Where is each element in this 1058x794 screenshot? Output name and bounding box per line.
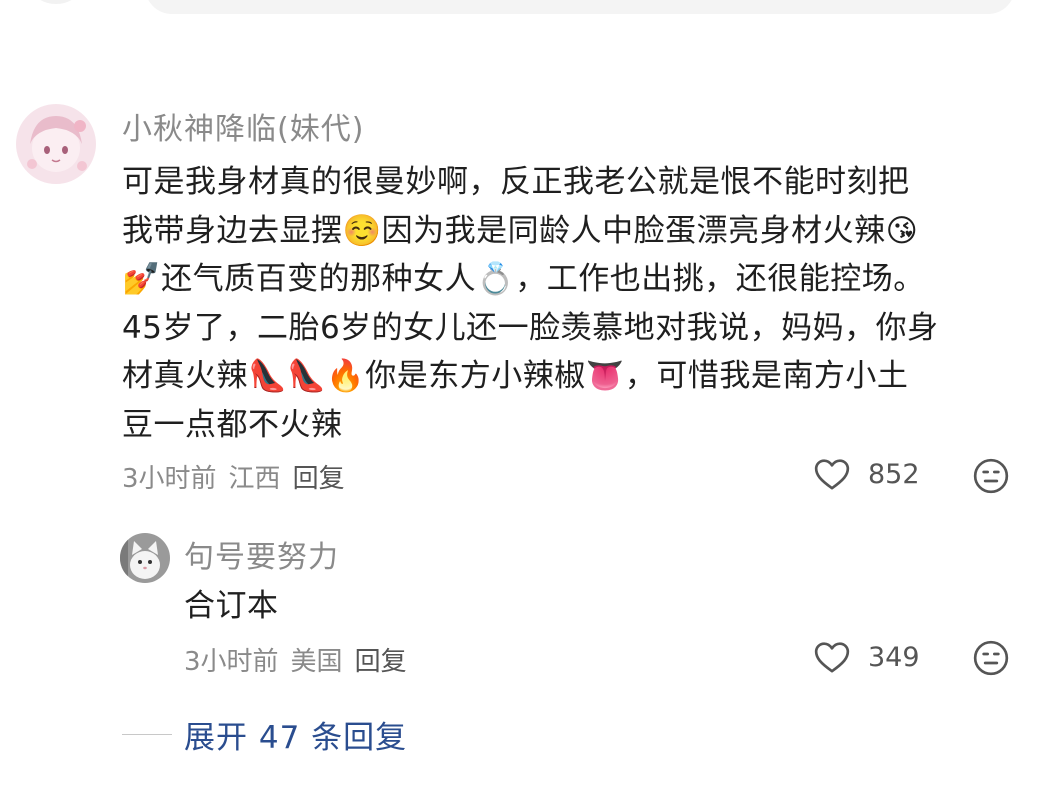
white-cat-avatar-icon <box>120 533 170 583</box>
reply-comment-avatar[interactable] <box>120 533 170 583</box>
main-comment-username[interactable]: 小秋神降临(妹代) <box>122 104 364 148</box>
expand-replies-label[interactable]: 展开 47 条回复 <box>184 712 407 757</box>
reply-button[interactable]: 回复 <box>293 464 345 494</box>
main-comment-line: 我带身边去显摆☺️因为我是同龄人中脸蛋漂亮身材火辣😘 <box>122 212 919 249</box>
main-comment-line: 材真火辣👠👠🔥你是东方小辣椒👅，可惜我是南方小土 <box>122 358 909 394</box>
like-count: 852 <box>868 458 920 490</box>
main-comment-meta: 3小时前 江西 回复 <box>122 458 357 495</box>
meh-face-icon <box>973 640 1009 676</box>
main-dislike-button[interactable] <box>971 456 1011 500</box>
anime-girl-avatar-icon <box>16 104 96 184</box>
previous-avatar-edge <box>32 0 80 4</box>
meh-face-icon <box>973 458 1009 494</box>
reply-comment-username[interactable]: 句号要努力 <box>184 532 339 576</box>
reply-like-button[interactable]: 349 <box>812 637 920 677</box>
main-comment-line: 45岁了，二胎6岁的女儿还一脸羡慕地对我说，妈妈，你身 <box>122 309 939 346</box>
reply-comment-meta: 3小时前 美国 回复 <box>184 641 419 678</box>
comment-time: 3小时前 <box>184 647 279 677</box>
comment-location: 江西 <box>228 464 281 494</box>
comment-location: 美国 <box>290 647 343 677</box>
heart-outline-icon <box>814 642 850 673</box>
main-comment-text: 可是我身材真的很曼妙啊，反正我老公就是恨不能时刻把 我带身边去显摆☺️因为我是同… <box>122 158 939 449</box>
main-comment-avatar[interactable] <box>16 104 96 184</box>
main-like-button[interactable]: 852 <box>812 454 920 494</box>
main-comment-line: 可是我身材真的很曼妙啊，反正我老公就是恨不能时刻把 <box>122 164 910 200</box>
reply-button[interactable]: 回复 <box>355 647 407 677</box>
reply-dislike-button[interactable] <box>971 638 1011 682</box>
comment-time: 3小时前 <box>122 464 217 494</box>
like-count: 349 <box>868 641 920 673</box>
expand-divider <box>122 734 172 735</box>
main-comment-line: 豆一点都不火辣 <box>122 406 343 443</box>
main-comment-line: 💅还气质百变的那种女人💍，工作也出挑，还很能控场。 <box>122 261 925 297</box>
expand-replies[interactable]: 展开 47 条回复 <box>122 712 407 757</box>
reply-input-bar[interactable] <box>145 0 1015 14</box>
reply-comment-text: 合订本 <box>184 588 279 624</box>
heart-outline-icon <box>814 459 850 490</box>
